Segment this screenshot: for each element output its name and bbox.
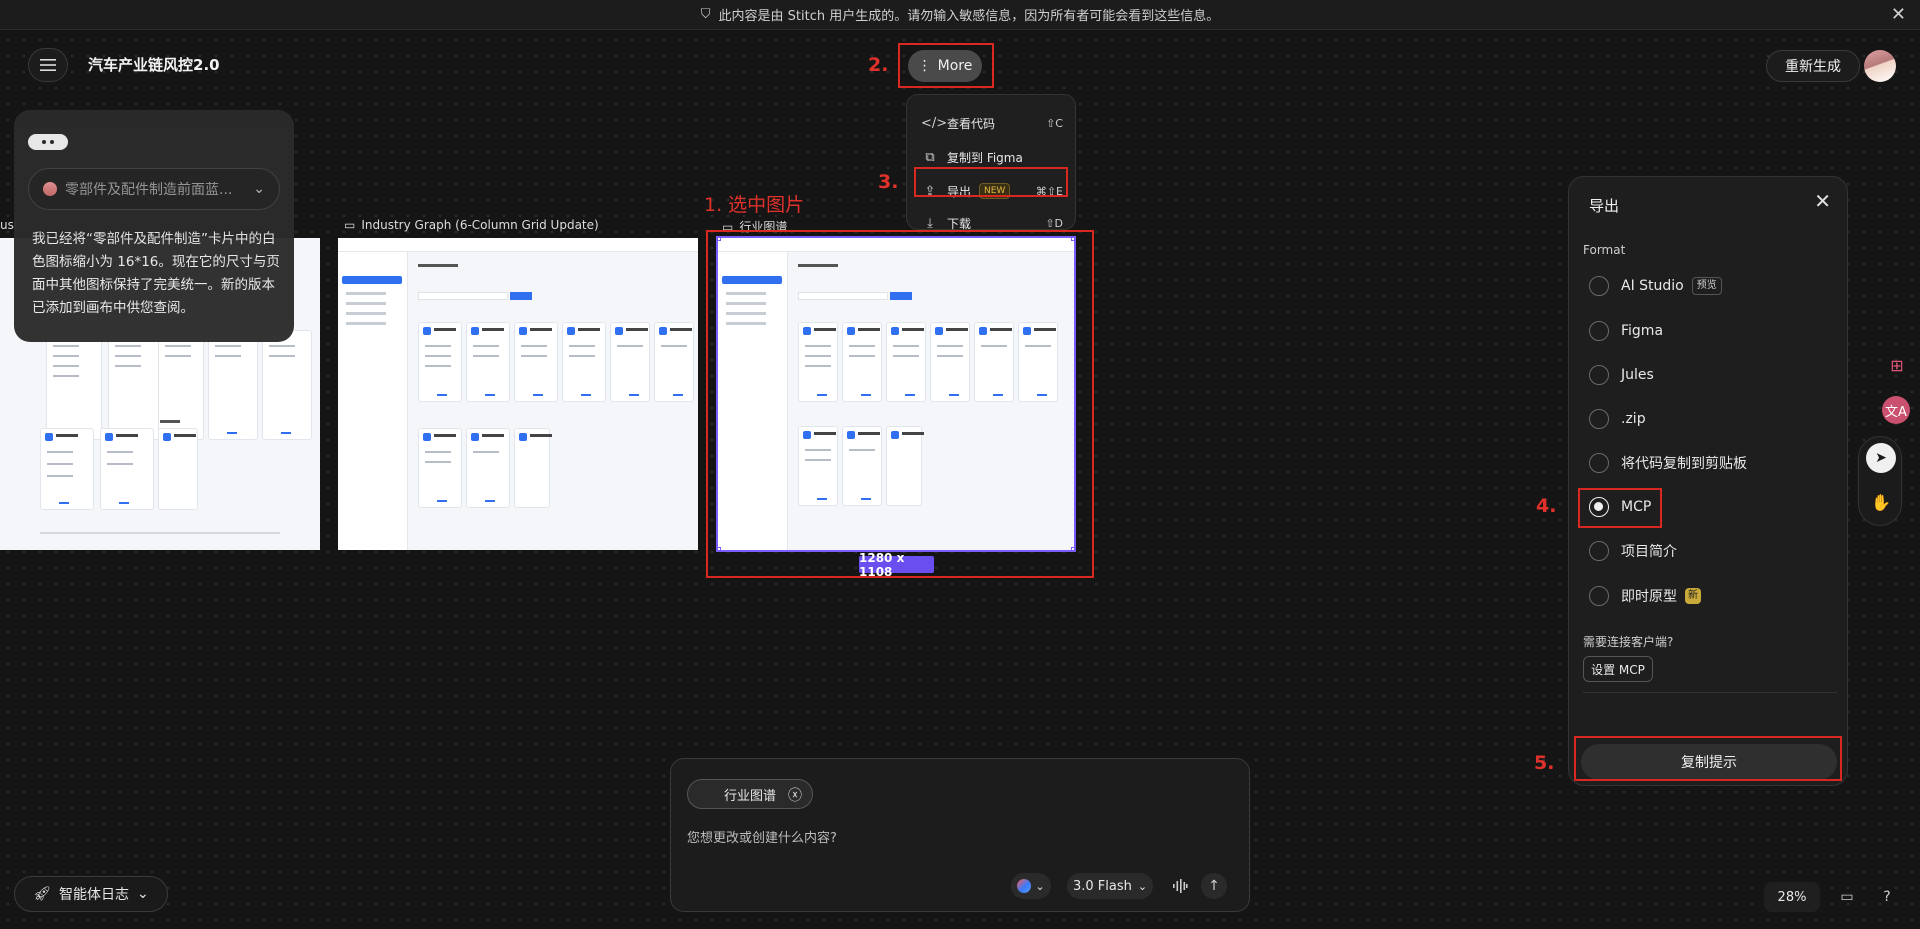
annotation-1: 1. 选中图片 [704,194,805,216]
annotation-2: 2. [868,54,889,76]
option-jules[interactable]: Jules [1589,363,1654,387]
resize-handle[interactable] [718,547,721,550]
chevron-down-icon: ⌄ [1035,879,1045,893]
notice-text: 此内容是由 Stitch 用户生成的。请勿输入敏感信息，因为所有者可能会看到这些… [718,9,1220,24]
annotation-3: 3. [878,171,899,193]
frame-2-label[interactable]: ▭ Industry Graph (6-Column Grid Update) [344,218,599,232]
radio-icon[interactable] [1589,321,1609,341]
code-icon: </> [921,115,948,131]
hand-icon[interactable]: ✋ [1866,487,1896,517]
more-menu: </> 查看代码 ⇧C ⧉ 复制到 Figma ⇪ 导出 NEW ⌘⇧E ⤓ 下… [906,94,1076,231]
annotation-box-export [914,167,1068,197]
model-selector[interactable]: 3.0 Flash ⌄ [1067,873,1153,899]
option-instant-prototype[interactable]: 即时原型 新 [1589,584,1701,608]
divider [1583,692,1837,693]
chevron-down-icon: ⌄ [137,886,149,902]
regenerate-button[interactable]: 重新生成 [1766,50,1860,82]
option-copy-clipboard[interactable]: 将代码复制到剪贴板 [1589,451,1747,475]
option-project-brief[interactable]: 项目简介 [1589,539,1677,563]
option-ai-studio[interactable]: AI Studio 预览 [1589,274,1722,298]
help-icon[interactable]: ? [1874,884,1900,910]
close-icon[interactable]: ✕ [1891,4,1906,25]
resize-handle[interactable] [1071,547,1074,550]
annotation-4: 4. [1536,495,1557,517]
version-selector[interactable]: 零部件及配件制造前面蓝... ⌄ [28,168,280,210]
setup-mcp-button[interactable]: 设置 MCP [1583,656,1653,682]
resize-handle[interactable] [718,238,721,241]
need-client-text: 需要连接客户端? [1583,635,1674,649]
menu-item-copy-figma[interactable]: ⧉ 复制到 Figma [921,145,1063,169]
copy-icon: ⧉ [925,149,935,165]
send-arrow-icon[interactable]: ↑ [1201,873,1227,899]
kebab-icon: ⋮ [917,58,932,74]
annotation-box-mcp [1578,488,1662,528]
radio-icon[interactable] [1589,365,1609,385]
option-zip[interactable]: .zip [1589,407,1646,431]
tool-group: ➤ ✋ [1858,436,1902,526]
notice-bar: ⛉ 此内容是由 Stitch 用户生成的。请勿输入敏感信息，因为所有者可能会看到… [0,0,1920,30]
frame-3-selected[interactable] [716,236,1076,552]
chat-handle[interactable] [28,134,68,150]
selected-frame-chip[interactable]: 行业图谱 ⓧ [687,779,813,809]
cursor-icon[interactable]: ➤ [1866,443,1896,473]
avatar[interactable] [1864,50,1896,82]
rocket-icon: 🚀︎ [33,886,52,902]
menu-button[interactable] [28,48,68,82]
gemini-icon [1017,879,1032,893]
resize-handle[interactable] [1071,238,1074,241]
annotation-box-copy [1574,736,1842,781]
shield-icon: ⛉ [700,7,711,22]
option-figma[interactable]: Figma [1589,319,1663,343]
radio-icon[interactable] [1589,541,1609,561]
menu-item-view-code[interactable]: </> 查看代码 ⇧C [921,111,1063,135]
zoom-level[interactable]: 28% [1764,882,1820,912]
export-panel: 导出 ✕ Format AI Studio 预览 Figma Jules .zi… [1568,176,1848,786]
device-icon: ▭ [344,218,356,232]
hamburger-icon [40,59,56,71]
new-tag: 新 [1685,588,1701,604]
chevron-down-icon: ⌄ [1137,879,1148,893]
project-title: 汽车产业链风控2.0 [88,56,220,74]
chat-message: 我已经将“零部件及配件制造”卡片中的白色图标缩小为 16*16。现在它的尺寸与页… [32,231,280,316]
radio-icon[interactable] [1589,276,1609,296]
annotation-5: 5. [1534,752,1555,774]
frame-2[interactable] [338,238,698,550]
preview-tag: 预览 [1691,277,1722,295]
model-provider-selector[interactable]: ⌄ [1011,873,1051,899]
components-icon[interactable]: ⊞ [1882,350,1912,380]
radio-icon[interactable] [1589,586,1609,606]
radio-icon[interactable] [1589,453,1609,473]
translate-icon[interactable]: 文A [1882,396,1910,424]
preview-icon[interactable]: ▭ [1834,884,1860,910]
export-title: 导出 [1589,197,1620,215]
remove-chip-icon[interactable]: ⓧ [788,785,802,805]
download-icon: ⤓ [927,215,933,231]
version-avatar-icon [43,182,57,196]
chevron-down-icon: ⌄ [253,181,265,197]
prompt-input[interactable]: 您想更改或创建什么内容? [687,827,837,846]
prompt-box: 行业图谱 ⓧ 您想更改或创建什么内容? ⌄ 3.0 Flash ⌄ ↑ [670,758,1250,912]
agent-log-button[interactable]: 🚀︎ 智能体日志 ⌄ [14,876,168,912]
close-icon[interactable]: ✕ [1814,189,1831,213]
chat-panel: 零部件及配件制造前面蓝... ⌄ 我已经将“零部件及配件制造”卡片中的白色图标缩… [14,110,294,342]
format-label: Format [1583,243,1626,257]
voice-icon[interactable] [1167,873,1193,899]
radio-icon[interactable] [1589,409,1609,429]
more-button[interactable]: ⋮ More [908,50,982,82]
more-label: More [937,58,973,74]
size-badge: 1280 x 1108 [859,551,934,579]
